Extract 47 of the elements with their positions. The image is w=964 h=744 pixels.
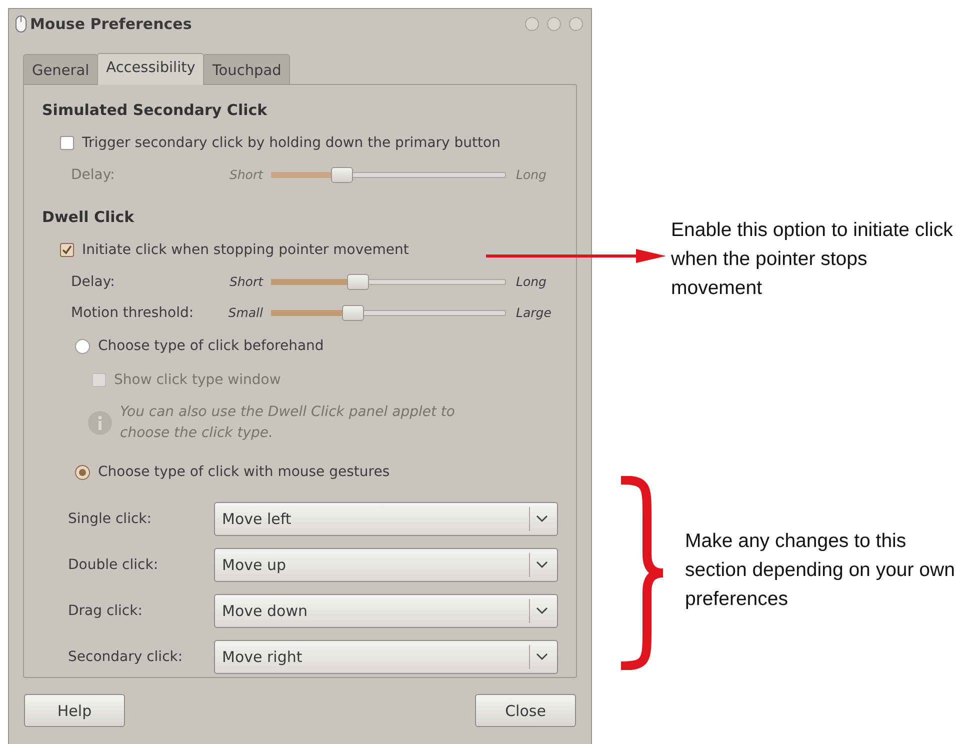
- slider-max-label: Long: [515, 167, 548, 182]
- slider-label: Motion threshold:: [71, 304, 195, 320]
- dialog-button[interactable]: Help: [24, 694, 125, 727]
- slider-min-label: Short: [229, 167, 264, 182]
- close-button[interactable]: [569, 17, 583, 31]
- slider-max-label: Long: [515, 274, 548, 289]
- tab[interactable]: Accessibility: [97, 53, 204, 85]
- slider-min-label: Small: [228, 305, 264, 320]
- slider-min-label: Short: [229, 274, 264, 289]
- dialog-button[interactable]: Close: [475, 694, 576, 727]
- radio-button[interactable]: [75, 464, 90, 480]
- annotation-text: Enable this option to initiate click when the pointer stops movement: [671, 218, 954, 301]
- section-heading: Dwell Click: [42, 208, 136, 226]
- minimize-button[interactable]: [525, 17, 539, 31]
- gesture-label: Secondary click:: [68, 649, 184, 665]
- checkbox[interactable]: [60, 243, 74, 257]
- gesture-label: Single click:: [68, 511, 152, 527]
- chevron-down-icon: [536, 561, 548, 569]
- gesture-label: Double click:: [68, 557, 160, 573]
- gesture-dropdown[interactable]: Move up: [214, 548, 558, 582]
- mouse-icon: [15, 15, 27, 33]
- slider[interactable]: [271, 304, 506, 320]
- checkbox-label: Trigger secondary click by holding down the primary button: [82, 135, 500, 151]
- window-title: Mouse Preferences: [30, 15, 193, 33]
- checkbox-label: Show click type window: [114, 372, 281, 388]
- section-heading: Simulated Secondary Click: [42, 101, 268, 119]
- info-note: You can also use the Dwell Click panel applet to choose the click type.: [120, 403, 456, 443]
- checkbox-label: Initiate click when stopping pointer movement: [82, 242, 409, 258]
- chevron-down-icon: [536, 653, 548, 661]
- tab[interactable]: Touchpad: [203, 54, 290, 84]
- tab[interactable]: General: [23, 54, 98, 84]
- radio-button[interactable]: [75, 338, 90, 354]
- slider-label: Delay:: [71, 166, 116, 182]
- gesture-label: Drag click:: [68, 603, 144, 619]
- gesture-dropdown[interactable]: Move left: [214, 502, 558, 536]
- chevron-down-icon: [536, 515, 548, 523]
- slider[interactable]: [271, 274, 506, 290]
- radio-label: Choose type of click beforehand: [98, 338, 324, 354]
- annotation-text: Make any changes to this section depending on your own preferences: [685, 529, 956, 612]
- gesture-dropdown[interactable]: Move right: [214, 640, 558, 674]
- slider-label: Delay:: [71, 274, 116, 290]
- chevron-down-icon: [536, 607, 548, 615]
- gesture-dropdown[interactable]: Move down: [214, 594, 558, 628]
- checkbox[interactable]: [60, 136, 74, 150]
- maximize-button[interactable]: [547, 17, 561, 31]
- slider-max-label: Large: [515, 305, 552, 320]
- radio-label: Choose type of click with mouse gestures: [98, 464, 390, 480]
